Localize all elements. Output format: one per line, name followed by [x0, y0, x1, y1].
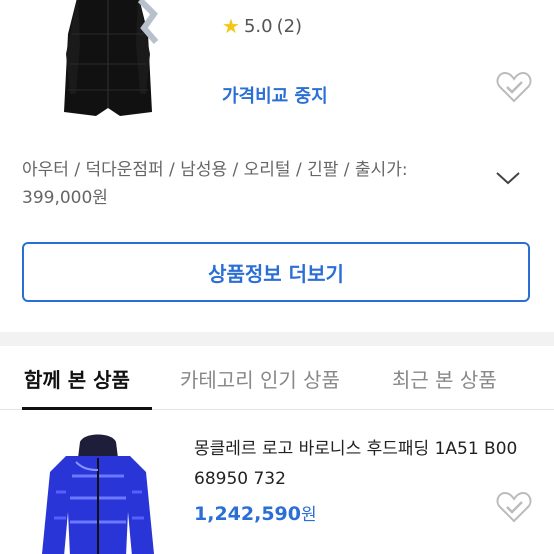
tab-recently-viewed[interactable]: 최근 본 상품: [392, 364, 497, 393]
star-icon: ★: [222, 14, 240, 38]
product-summary: ★ 5.0 (2) 가격비교 중지: [0, 0, 554, 140]
item-price-unit: 원: [300, 505, 317, 525]
heart-check-icon[interactable]: [496, 70, 532, 104]
product-spec: 아우터 / 덕다운점퍼 / 남성용 / 오리털 / 긴팔 / 출시가: 399,…: [22, 160, 408, 208]
list-item[interactable]: 몽클레르 로고 바로니스 후드패딩 1A51 B00 68950 732 1,2…: [0, 410, 554, 554]
tab-category-popular[interactable]: 카테고리 인기 상품: [180, 364, 340, 393]
price-compare-status[interactable]: 가격비교 중지: [222, 82, 328, 108]
tab-viewed-together[interactable]: 함께 본 상품: [24, 364, 130, 393]
heart-check-icon[interactable]: [496, 490, 532, 524]
item-price-value: 1,242,590: [194, 503, 301, 525]
rating-count: (2): [276, 15, 303, 37]
chevron-down-icon[interactable]: [494, 168, 522, 188]
related-tabs: 함께 본 상품 카테고리 인기 상품 최근 본 상품: [0, 346, 554, 410]
item-name[interactable]: 몽클레르 로고 바로니스 후드패딩 1A51 B00 68950 732: [194, 434, 534, 494]
product-image[interactable]: [48, 0, 168, 128]
product-rating: ★ 5.0 (2): [222, 14, 302, 38]
item-image[interactable]: [36, 432, 160, 554]
item-price: 1,242,590원: [194, 500, 317, 525]
section-divider: [0, 332, 554, 346]
more-product-info-button[interactable]: 상품정보 더보기: [22, 242, 530, 302]
rating-value: 5.0: [243, 15, 273, 37]
